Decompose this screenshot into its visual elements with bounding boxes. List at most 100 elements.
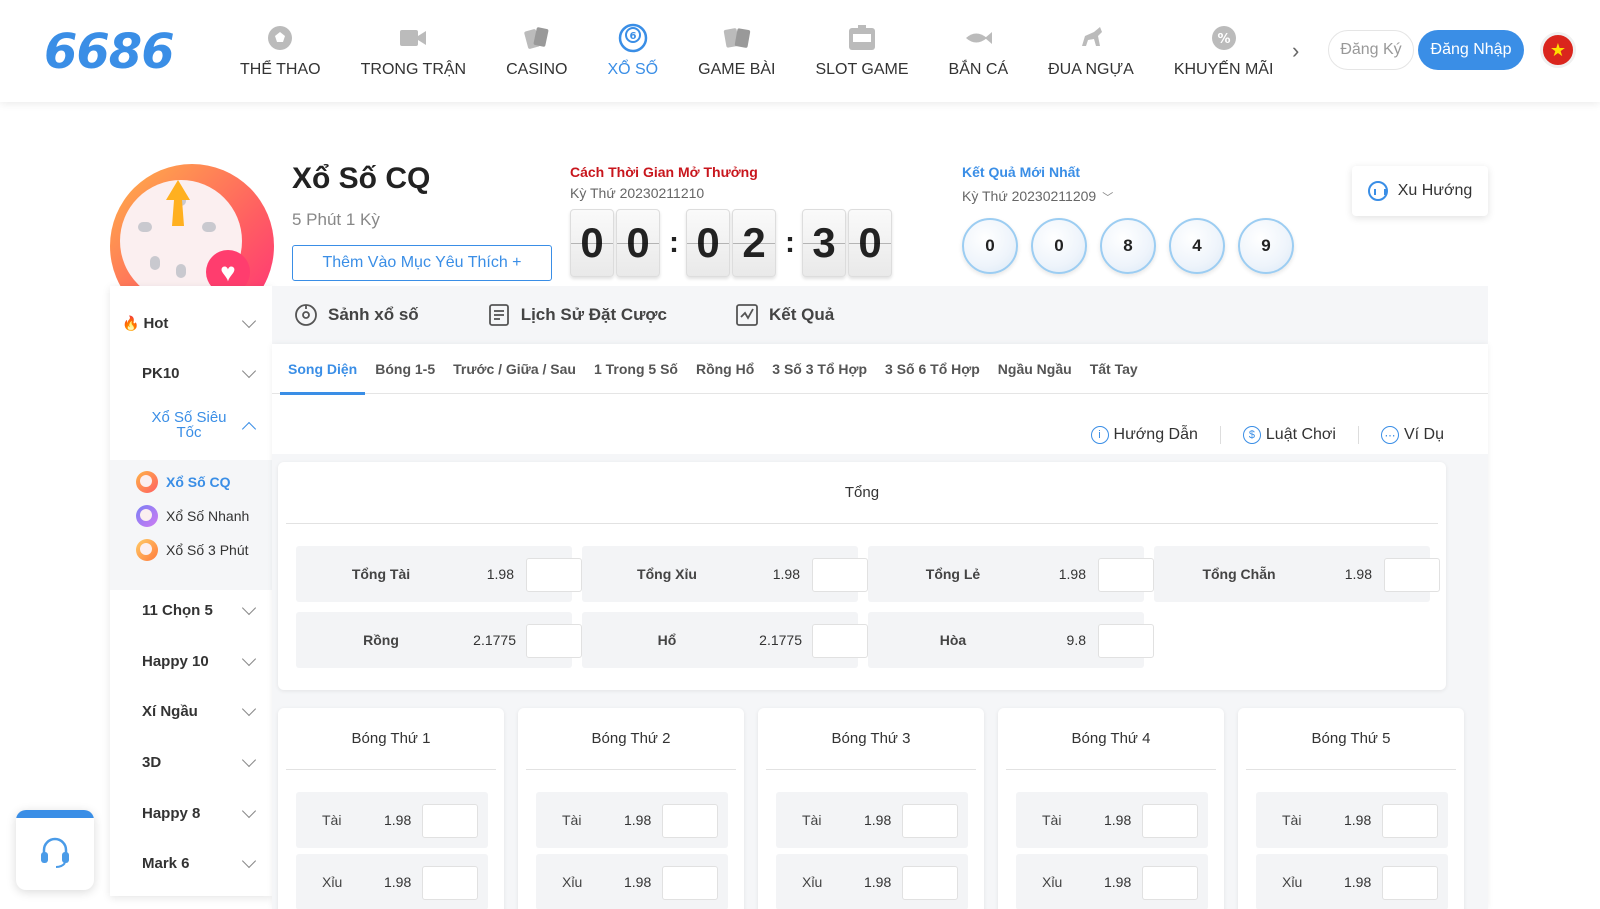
sidebar-item-happy-10[interactable]: Happy 10 [110,636,272,686]
bet-option[interactable]: Xỉu 1.98 [776,854,968,909]
bet-amount-input[interactable] [662,804,718,838]
bet-option[interactable]: Tài 1.98 [1256,792,1448,848]
bet-amount-input[interactable] [662,866,718,900]
sidebar-item-label: 3D [142,753,162,771]
bet-amount-input[interactable] [812,558,868,592]
result-balls: 0 0 8 4 9 [962,218,1307,274]
nav-item-the-thao[interactable]: THỂ THAO [220,0,341,102]
tab-sanh-xo-so[interactable]: Sảnh xổ số [294,303,419,327]
bet-option[interactable]: Xỉu 1.98 [536,854,728,909]
bet-amount-input[interactable] [526,624,582,658]
tab-lich-su-dat-cuoc[interactable]: Lịch Sử Đặt Cược [487,303,667,327]
bet-option[interactable]: Hổ 2.1775 [582,612,868,668]
bet-amount-input[interactable] [422,866,478,900]
bet-option[interactable]: Hòa 9.8 [868,612,1154,668]
nav-item-xo-so[interactable]: 6 XỔ SỐ [587,0,678,102]
sidebar-item-mark-6[interactable]: Mark 6 [110,838,272,888]
sidebar-item-pk10[interactable]: PK10 [110,348,272,398]
bet-amount-input[interactable] [526,558,582,592]
nav-item-slot-game[interactable]: SLOT GAME [795,0,928,102]
nav-label: GAME BÀI [698,61,776,78]
bet-amount-input[interactable] [902,866,958,900]
bet-odds: 1.98 [624,874,652,890]
nav-item-game-bai[interactable]: GAME BÀI [678,0,795,102]
bet-odds: 1.98 [1344,812,1372,828]
nav-item-trong-tran[interactable]: TRONG TRẬN [341,0,486,102]
bet-option[interactable]: Rồng 2.1775 [296,612,582,668]
bet-amount-input[interactable] [1382,804,1438,838]
ball-card-4: Bóng Thứ 4 Tài 1.98 Xỉu 1.98 [998,708,1224,909]
bet-tab[interactable]: Ngầu Ngầu [990,344,1080,394]
bet-option[interactable]: Xỉu 1.98 [1016,854,1208,909]
tab-ket-qua[interactable]: Kết Quả [735,303,834,327]
sidebar-subitem-xo-so-nhanh[interactable]: Xổ Số Nhanh [136,504,249,528]
bet-option[interactable]: Xỉu 1.98 [296,854,488,909]
bet-odds: 1.98 [1104,812,1132,828]
top-header: 6686 THỂ THAO TRONG TRẬN CASINO 6 XỔ SỐ [0,0,1600,102]
result-chart-icon [736,304,758,326]
more-icon: ⋯ [1380,426,1399,444]
nav-item-khuyen-mai[interactable]: % KHUYẾN MÃI [1154,0,1294,102]
sidebar-item-11-chon-5[interactable]: 11 Chọn 5 [110,585,272,635]
bet-tab[interactable]: Rồng Hổ [688,344,762,394]
bet-amount-input[interactable] [1098,558,1154,592]
bet-amount-input[interactable] [1098,624,1154,658]
bet-option[interactable]: Tổng Chẵn 1.98 [1154,546,1440,602]
example-link[interactable]: ⋯ Ví Dụ [1357,426,1466,444]
sidebar-item-happy-8[interactable]: Happy 8 [110,788,272,838]
bet-tab[interactable]: Song Diện [280,344,366,395]
nav-label: SLOT GAME [815,61,909,78]
bet-odds: 1.98 [1104,874,1132,890]
bet-option[interactable]: Tổng Xỉu 1.98 [582,546,868,602]
register-button[interactable]: Đăng Ký [1328,30,1414,70]
chevron-right-icon[interactable]: › [1292,38,1299,64]
colon-separator: : [669,226,679,259]
bet-amount-input[interactable] [1382,866,1438,900]
bet-amount-input[interactable] [422,804,478,838]
add-favorite-button[interactable]: Thêm Vào Mục Yêu Thích + [292,245,552,281]
result-ball: 8 [1100,218,1156,274]
card-title: Bóng Thứ 2 [526,708,736,770]
sidebar-item-xi-ngau[interactable]: Xí Ngầu [110,686,272,736]
bet-amount-input[interactable] [1142,866,1198,900]
bet-option[interactable]: Xỉu 1.98 [1256,854,1448,909]
login-button[interactable]: Đăng Nhập [1418,30,1524,70]
nav-label: KHUYẾN MÃI [1173,61,1274,78]
chevron-down-icon [241,701,257,717]
trend-button[interactable]: Xu Hướng [1352,166,1488,216]
rules-link[interactable]: $ Luật Chơi [1219,426,1358,444]
sidebar-item-xo-so-sieu-toc[interactable]: Xổ Số Siêu Tốc [110,400,272,450]
bet-amount-input[interactable] [1142,804,1198,838]
bet-option[interactable]: Tài 1.98 [1016,792,1208,848]
bet-tab[interactable]: Tất Tay [1082,344,1146,394]
sidebar-item-3d[interactable]: 3D [110,737,272,787]
site-logo[interactable]: 6686 [44,24,175,80]
support-widget[interactable] [16,810,94,890]
nav-item-casino[interactable]: CASINO [486,0,587,102]
sidebar-item-hot[interactable]: 🔥 Hot [110,298,272,348]
bet-option[interactable]: Tổng Lẻ 1.98 [868,546,1154,602]
latest-result-period[interactable]: Kỳ Thứ 20230211209 ﹀ [962,188,1113,205]
bet-option[interactable]: Tài 1.98 [296,792,488,848]
sidebar-subitem-xo-so-3-phut[interactable]: Xổ Số 3 Phút [136,538,249,562]
guide-link[interactable]: i Hướng Dẫn [1069,426,1220,444]
bet-amount-input[interactable] [902,804,958,838]
vietnam-flag-icon[interactable]: ★ [1540,32,1576,68]
nav-item-ban-ca[interactable]: BẮN CÁ [929,0,1029,102]
bet-tab[interactable]: Trước / Giữa / Sau [445,344,584,394]
nav-item-dua-ngua[interactable]: ĐUA NGỰA [1028,0,1154,102]
bet-tab[interactable]: Bóng 1-5 [367,344,443,394]
bet-option[interactable]: Tài 1.98 [536,792,728,848]
bet-tab[interactable]: 1 Trong 5 Số [586,344,686,394]
sidebar-subitem-xo-so-cq[interactable]: Xổ Số CQ [136,470,231,494]
bet-option[interactable]: Tài 1.98 [776,792,968,848]
bet-option[interactable]: Tổng Tài 1.98 [296,546,582,602]
bet-amount-input[interactable] [1384,558,1440,592]
nav-label: XỔ SỐ [607,61,659,78]
bet-tab[interactable]: 3 Số 6 Tổ Hợp [877,344,988,394]
game-subtitle: 5 Phút 1 Kỳ [292,210,380,229]
bet-amount-input[interactable] [812,624,868,658]
help-links: i Hướng Dẫn $ Luật Chơi ⋯ Ví Dụ [1069,426,1466,444]
bet-tab[interactable]: 3 Số 3 Tổ Hợp [764,344,875,394]
nav-label: BẮN CÁ [948,61,1009,78]
